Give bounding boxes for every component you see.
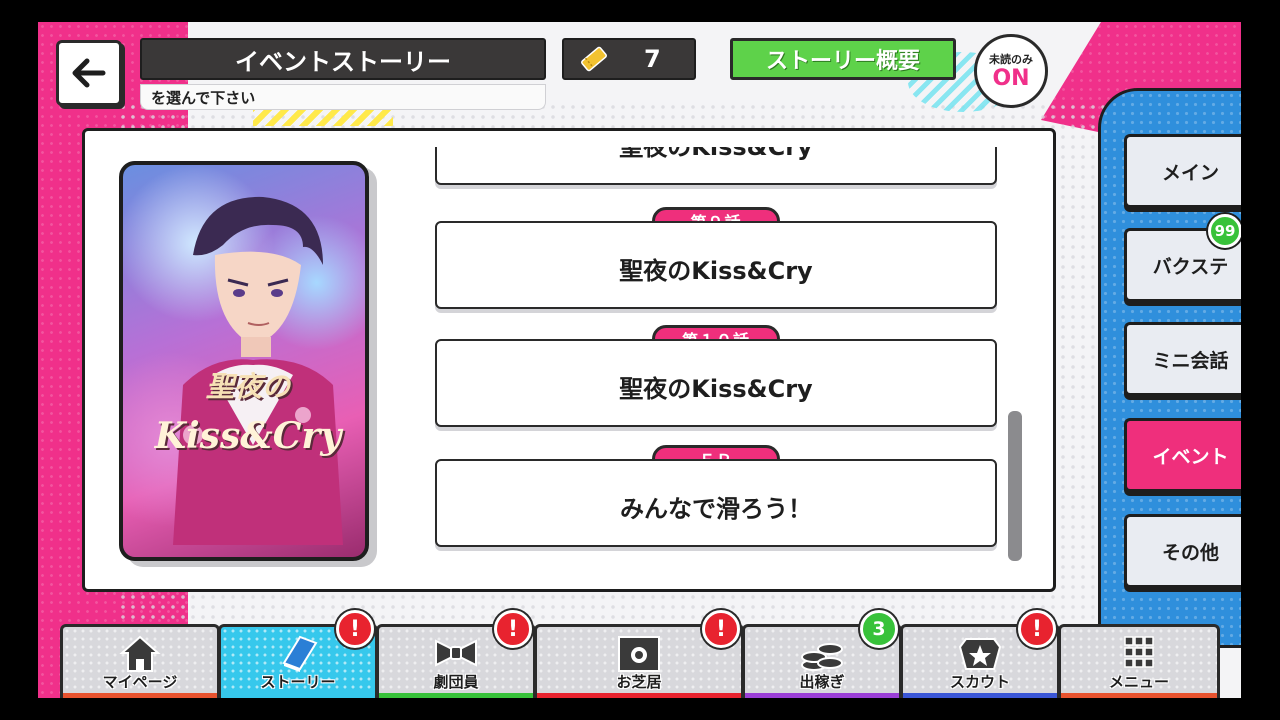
episode-list: 聖夜のKiss&Cry 第９話 聖夜のKiss&Cry 第１０話 聖夜のKiss… [435,147,1001,579]
tab-other[interactable]: その他 [1124,514,1241,588]
nav-menu[interactable]: メニュー [1058,624,1220,698]
work-count-badge: 3 [860,610,898,648]
story-list-panel: 聖夜の Kiss&Cry 聖夜のKiss&Cry 第９話 聖夜のKiss&Cry… [82,128,1056,592]
nav-label: スカウト [949,673,1010,691]
ticket-counter: 7 [562,38,696,80]
nav-label: 劇団員 [433,673,479,691]
page-subtitle: を選んで下さい [140,84,546,110]
nav-label: メニュー [1108,673,1169,691]
episode-title: 聖夜のKiss&Cry [619,375,813,403]
bottom-navigation: マイページ ストーリー ! 劇団員 ! お芝居 ! 出稼ぎ 3 スカウト ! メ… [60,610,1220,698]
event-card-title: 聖夜の [205,370,290,403]
event-card-subtitle: Kiss&Cry [154,415,342,457]
page-title: イベントストーリー [140,38,546,80]
episode-title: 聖夜のKiss&Cry [619,147,813,161]
tab-event[interactable]: イベント [1124,418,1241,492]
nav-color-bar [63,693,217,698]
nav-color-bar [903,693,1057,698]
nav-label: ストーリー [260,673,336,691]
tab-label: その他 [1161,541,1219,564]
story-alert-badge: ! [336,610,374,648]
nav-label: 出稼ぎ [799,673,845,691]
tab-main[interactable]: メイン [1124,134,1241,208]
game-screen: イベントストーリー を選んで下さい 7 ストーリー概要 未読のみ ON メイン … [38,22,1241,698]
play-alert-badge: ! [702,610,740,648]
troupe-alert-badge: ! [494,610,532,648]
scrollbar-thumb[interactable] [1008,411,1022,561]
episode-title: みんなで滑ろう！ [620,495,812,523]
nav-label: マイページ [102,673,178,691]
story-summary-button[interactable]: ストーリー概要 [730,38,956,80]
unread-only-toggle[interactable]: 未読のみ ON [974,34,1048,108]
tab-label: イベント [1152,445,1229,468]
backstage-count-badge: 99 [1208,214,1241,248]
coins-icon [801,643,843,671]
tab-label: メイン [1161,161,1219,184]
nav-label: お芝居 [616,673,662,691]
arrow-left-icon [72,58,106,88]
episode-item[interactable]: 聖夜のKiss&Cry [435,221,997,309]
scout-badge-icon [958,638,1002,670]
book-icon [282,635,318,672]
tab-label: ミニ会話 [1152,349,1229,372]
ticket-count: 7 [644,45,661,73]
nav-color-bar [379,693,533,698]
tab-label: バクステ [1152,255,1229,278]
house-icon [119,635,161,672]
tab-mini-talk[interactable]: ミニ会話 [1124,322,1241,396]
unread-toggle-state: ON [992,66,1030,91]
event-banner-card[interactable]: 聖夜の Kiss&Cry [119,161,369,561]
nav-color-bar [1061,693,1217,698]
nav-color-bar [745,693,899,698]
back-button[interactable] [56,40,122,106]
stage-icon [618,636,660,672]
bowtie-icon [435,639,477,667]
unread-toggle-label: 未読のみ [989,53,1033,66]
episode-item[interactable]: 聖夜のKiss&Cry [435,339,997,427]
ticket-icon [581,46,607,72]
nav-color-bar [537,693,741,698]
nav-my-page[interactable]: マイページ [60,624,220,698]
episode-item[interactable]: みんなで滑ろう！ [435,459,997,547]
episode-title: 聖夜のKiss&Cry [619,257,813,285]
nav-color-bar [221,693,375,698]
episode-item[interactable]: 聖夜のKiss&Cry [435,147,997,185]
grid-icon [1124,636,1154,668]
scout-alert-badge: ! [1018,610,1056,648]
